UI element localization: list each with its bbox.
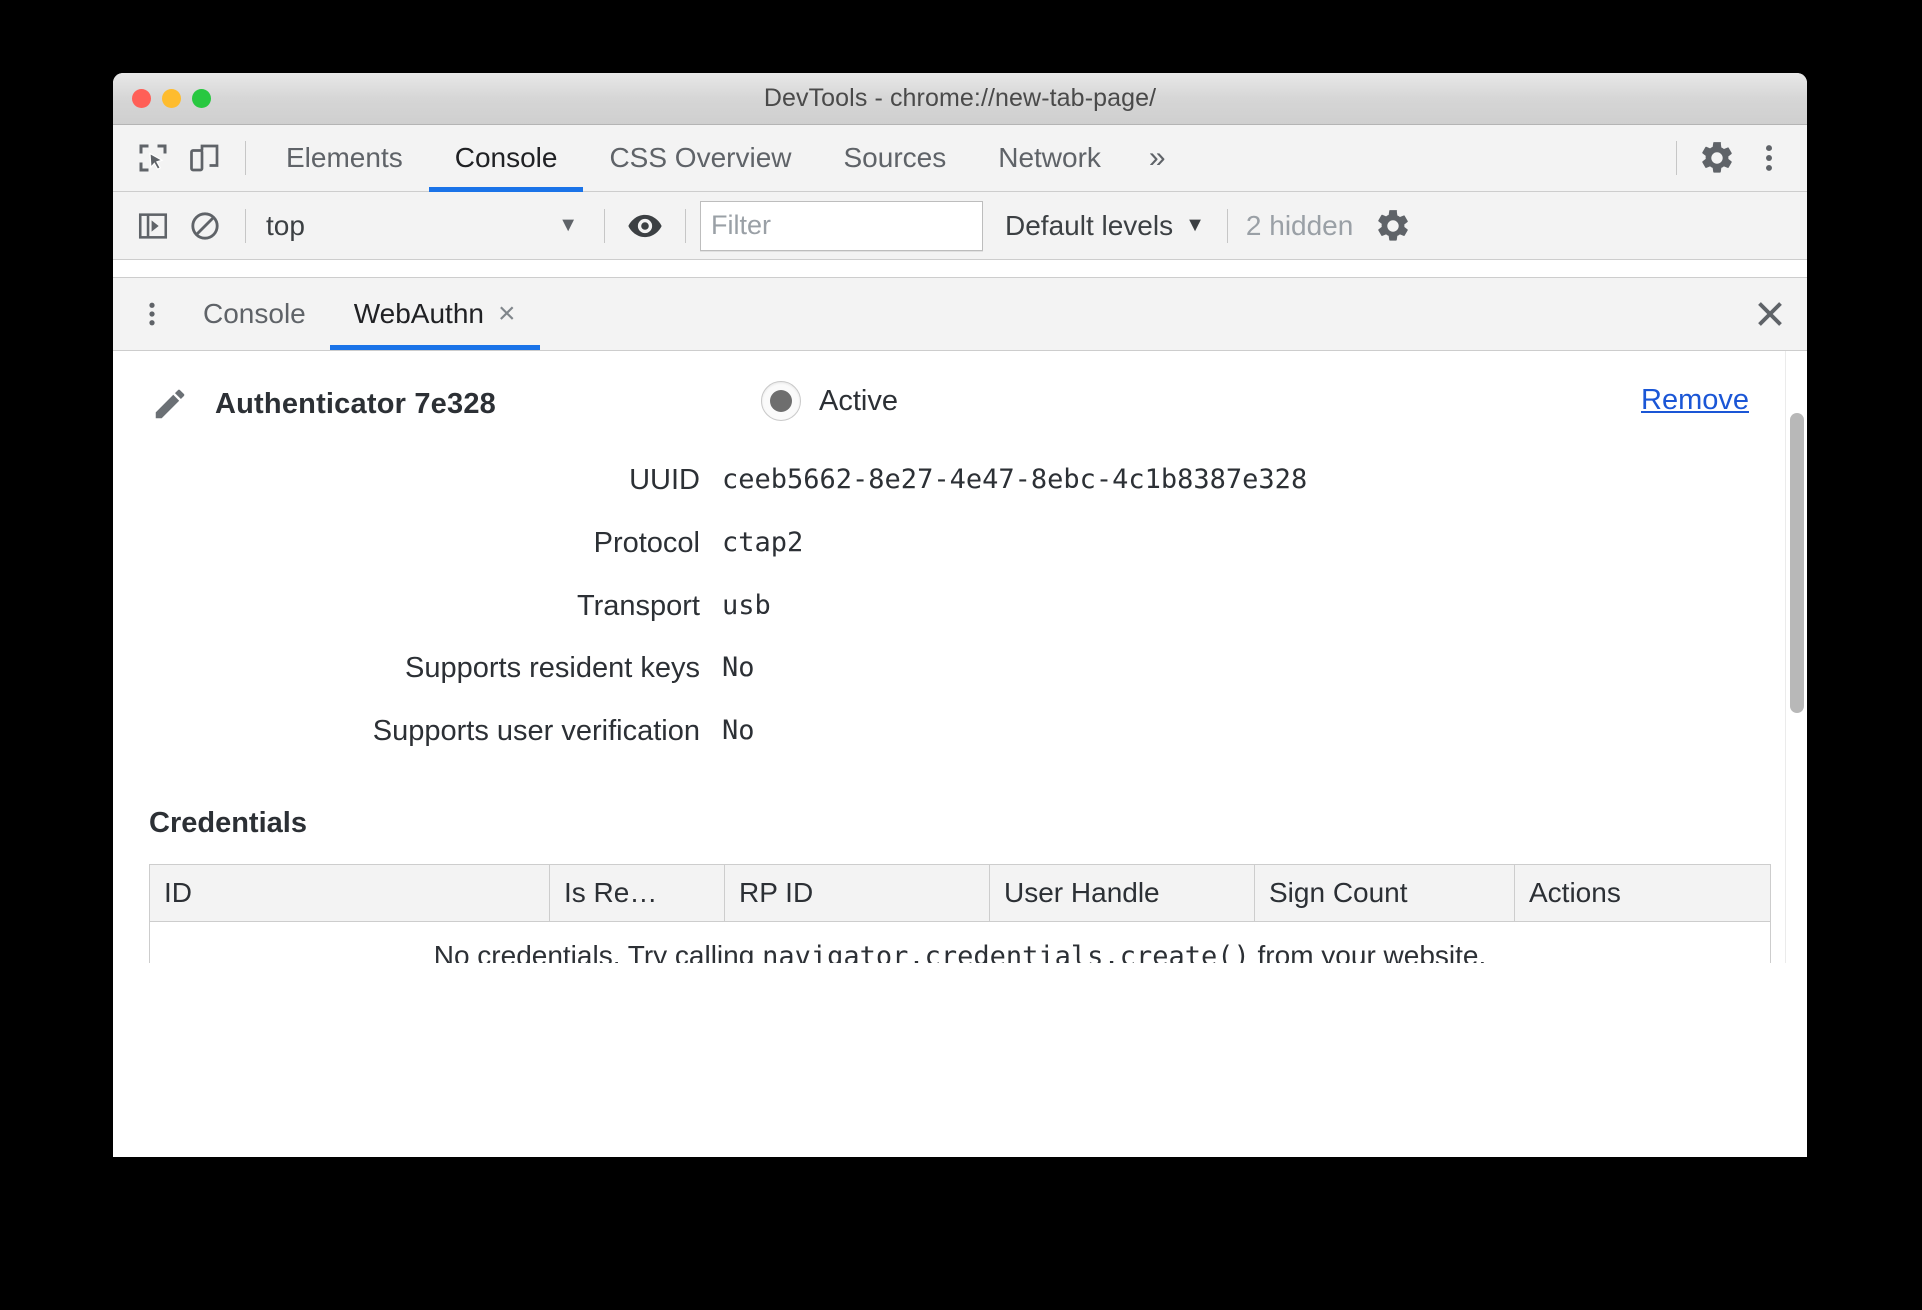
property-value-uuid: ceeb5662-8e27-4e47-8ebc-4c1b8387e328 bbox=[722, 464, 1308, 495]
table-header-row: ID Is Re… RP ID User Handle Sign Count A… bbox=[149, 864, 1771, 922]
log-levels-label: Default levels bbox=[1005, 209, 1174, 241]
empty-message-suffix: from your website. bbox=[1249, 939, 1487, 963]
tab-css-overview-label: CSS Overview bbox=[609, 142, 792, 173]
log-levels-select[interactable]: Default levels ▼ bbox=[1005, 210, 1205, 242]
column-header-sign-count[interactable]: Sign Count bbox=[1254, 864, 1515, 922]
kebab-menu-icon[interactable] bbox=[1743, 132, 1795, 184]
webauthn-panel: Authenticator 7e328 Active Remove UUID c… bbox=[113, 351, 1807, 963]
hidden-messages-count[interactable]: 2 hidden bbox=[1246, 210, 1353, 242]
console-toolbar-divider-3 bbox=[685, 208, 686, 243]
inspect-element-icon[interactable] bbox=[127, 132, 179, 184]
console-toolbar-divider-4 bbox=[1226, 208, 1228, 243]
close-window-button[interactable] bbox=[132, 89, 151, 108]
tab-elements[interactable]: Elements bbox=[260, 125, 429, 192]
tab-network-label: Network bbox=[998, 142, 1101, 173]
filter-input[interactable] bbox=[700, 200, 983, 251]
empty-message-code: navigator.credentials.create() bbox=[762, 940, 1250, 963]
window-title: DevTools - chrome://new-tab-page/ bbox=[763, 84, 1157, 112]
credentials-table-head: ID Is Re… RP ID User Handle Sign Count A… bbox=[149, 864, 1771, 922]
device-toolbar-icon[interactable] bbox=[179, 132, 231, 184]
drawer-tab-console-label: Console bbox=[203, 298, 306, 329]
panel-tabs: Elements Console CSS Overview Sources Ne… bbox=[260, 125, 1188, 192]
chevron-down-icon: ▼ bbox=[558, 214, 578, 236]
credentials-table: ID Is Re… RP ID User Handle Sign Count A… bbox=[149, 863, 1771, 963]
execution-context-value: top bbox=[266, 209, 305, 241]
console-settings-gear-icon[interactable] bbox=[1367, 200, 1419, 252]
property-label-user-verification: Supports user verification bbox=[372, 715, 700, 748]
more-tabs-chevron-icon[interactable]: » bbox=[1127, 125, 1188, 192]
drawer-kebab-menu-icon[interactable] bbox=[125, 278, 179, 350]
active-authenticator-radio[interactable]: Active bbox=[761, 381, 898, 421]
panel-scrollbar[interactable] bbox=[1785, 351, 1807, 963]
authenticator-properties: UUID ceeb5662-8e27-4e47-8ebc-4c1b8387e32… bbox=[113, 449, 1807, 763]
property-label-protocol: Protocol bbox=[593, 526, 700, 559]
chevron-down-icon: ▼ bbox=[1185, 214, 1205, 236]
console-message-area bbox=[113, 260, 1807, 278]
traffic-lights bbox=[132, 89, 211, 108]
screen-background: DevTools - chrome://new-tab-page/ Elemen… bbox=[0, 0, 1922, 1310]
close-webauthn-tab-icon[interactable]: × bbox=[498, 299, 516, 329]
scrollbar-thumb[interactable] bbox=[1790, 413, 1804, 713]
tab-network[interactable]: Network bbox=[972, 125, 1127, 192]
drawer-tab-webauthn[interactable]: WebAuthn × bbox=[329, 278, 540, 350]
live-expression-icon[interactable] bbox=[619, 200, 671, 252]
column-header-rp-id[interactable]: RP ID bbox=[724, 864, 990, 922]
console-toolbar-divider-2 bbox=[604, 208, 605, 243]
console-sidebar-icon[interactable] bbox=[127, 200, 179, 252]
authenticator-name: Authenticator 7e328 bbox=[215, 387, 496, 420]
pencil-icon[interactable] bbox=[147, 385, 193, 423]
column-header-user-handle[interactable]: User Handle bbox=[989, 864, 1255, 922]
property-value-resident-keys: No bbox=[722, 652, 755, 684]
radio-checked-icon[interactable] bbox=[761, 381, 801, 421]
tab-sources[interactable]: Sources bbox=[818, 125, 973, 192]
tab-console-label: Console bbox=[454, 142, 558, 173]
devtools-window: DevTools - chrome://new-tab-page/ Elemen… bbox=[113, 73, 1807, 1157]
column-header-actions[interactable]: Actions bbox=[1514, 864, 1771, 922]
window-titlebar: DevTools - chrome://new-tab-page/ bbox=[113, 73, 1807, 125]
zoom-window-button[interactable] bbox=[192, 89, 211, 108]
remove-authenticator-link[interactable]: Remove bbox=[1641, 384, 1749, 417]
drawer-tab-console[interactable]: Console bbox=[179, 278, 330, 350]
console-toolbar-divider-1 bbox=[245, 208, 246, 243]
property-label-transport: Transport bbox=[576, 589, 700, 622]
radio-inner-dot bbox=[770, 390, 792, 412]
execution-context-select[interactable]: top ▼ bbox=[260, 201, 590, 251]
tab-elements-label: Elements bbox=[286, 142, 403, 173]
property-label-resident-keys: Supports resident keys bbox=[405, 652, 700, 685]
property-value-user-verification: No bbox=[722, 715, 755, 747]
property-label-uuid: UUID bbox=[629, 464, 700, 496]
clear-console-icon[interactable] bbox=[179, 200, 231, 252]
toolbar-divider bbox=[245, 141, 246, 175]
column-header-id[interactable]: ID bbox=[149, 864, 550, 922]
tab-console[interactable]: Console bbox=[428, 125, 584, 192]
property-value-protocol: ctap2 bbox=[722, 526, 804, 558]
toolbar-divider-right bbox=[1676, 141, 1677, 175]
console-toolbar: top ▼ Default levels ▼ 2 hidden bbox=[113, 192, 1807, 260]
minimize-window-button[interactable] bbox=[162, 89, 181, 108]
credentials-heading: Credentials bbox=[149, 806, 307, 839]
tab-css-overview[interactable]: CSS Overview bbox=[583, 125, 817, 192]
gear-icon[interactable] bbox=[1691, 132, 1743, 184]
column-header-is-resident[interactable]: Is Re… bbox=[549, 864, 725, 922]
empty-credentials-message: No credentials. Try calling navigator.cr… bbox=[149, 921, 1771, 963]
more-tabs-label: » bbox=[1148, 141, 1166, 174]
main-toolbar-right bbox=[1662, 132, 1807, 184]
main-toolbar: Elements Console CSS Overview Sources Ne… bbox=[113, 125, 1807, 192]
property-value-transport: usb bbox=[722, 589, 771, 621]
drawer-tab-webauthn-label: WebAuthn bbox=[353, 298, 484, 329]
active-label: Active bbox=[819, 384, 898, 417]
close-drawer-icon[interactable] bbox=[1733, 278, 1807, 350]
credentials-table-body: No credentials. Try calling navigator.cr… bbox=[149, 921, 1771, 963]
drawer-tabbar: Console WebAuthn × bbox=[113, 278, 1807, 351]
tab-sources-label: Sources bbox=[843, 142, 947, 173]
table-row-empty: No credentials. Try calling navigator.cr… bbox=[149, 921, 1771, 963]
empty-message-prefix: No credentials. Try calling bbox=[433, 939, 763, 963]
authenticator-header: Authenticator 7e328 Active Remove bbox=[113, 351, 1807, 423]
